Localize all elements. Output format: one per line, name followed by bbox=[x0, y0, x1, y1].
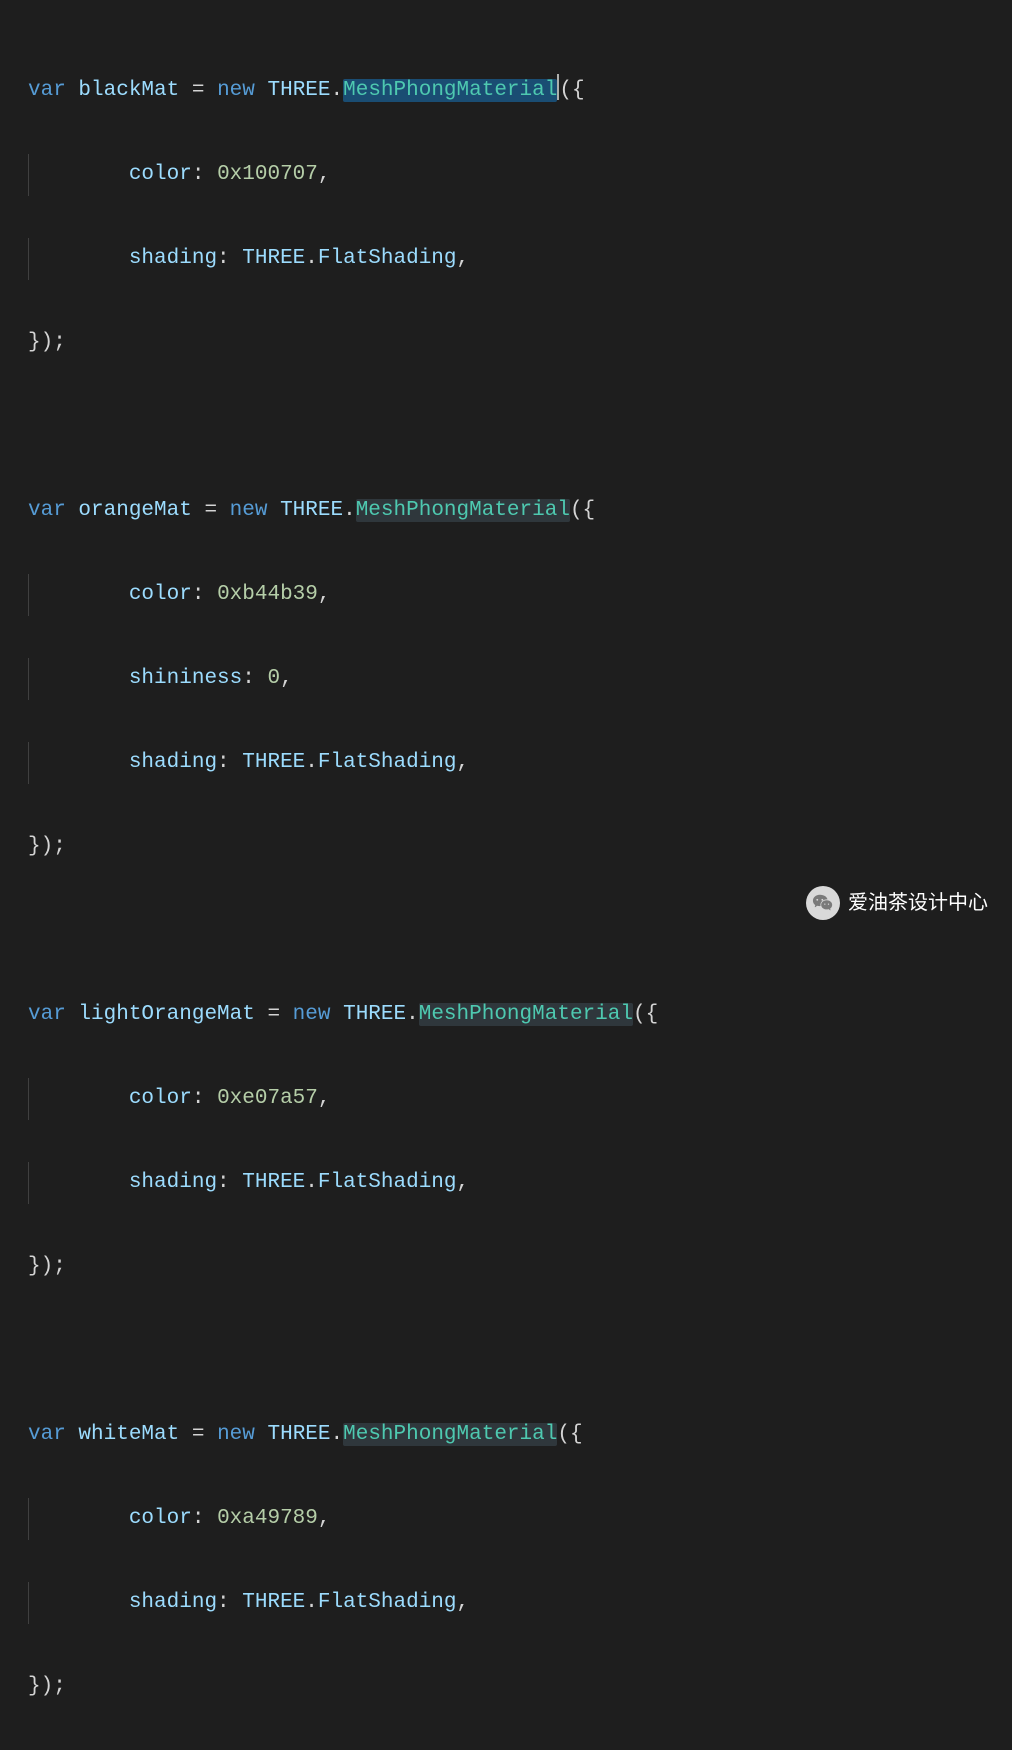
blank-line bbox=[28, 406, 1012, 448]
code-line: shading: THREE.FlatShading, bbox=[28, 1582, 1012, 1624]
code-line: color: 0xa49789, bbox=[28, 1498, 1012, 1540]
identifier: lightOrangeMat bbox=[78, 1003, 254, 1026]
code-line: var orangeMat = new THREE.MeshPhongMater… bbox=[28, 490, 1012, 532]
code-editor[interactable]: var blackMat = new THREE.MeshPhongMateri… bbox=[0, 0, 1012, 1750]
property: color bbox=[129, 163, 192, 186]
match-highlight-class-name: MeshPhongMaterial bbox=[419, 1003, 633, 1026]
code-line: var blackMat = new THREE.MeshPhongMateri… bbox=[28, 70, 1012, 112]
code-line: color: 0xb44b39, bbox=[28, 574, 1012, 616]
property: shading bbox=[129, 1171, 217, 1194]
number-literal: 0xe07a57 bbox=[217, 1087, 318, 1110]
number-literal: 0xb44b39 bbox=[217, 583, 318, 606]
code-line: }); bbox=[28, 322, 1012, 364]
code-line: }); bbox=[28, 826, 1012, 868]
keyword-var: var bbox=[28, 79, 66, 102]
property: color bbox=[129, 1087, 192, 1110]
property: shading bbox=[129, 1591, 217, 1614]
selected-class-name: MeshPhongMaterial bbox=[343, 79, 557, 102]
number-literal: 0 bbox=[267, 667, 280, 690]
code-line: var whiteMat = new THREE.MeshPhongMateri… bbox=[28, 1414, 1012, 1456]
property: color bbox=[129, 1507, 192, 1530]
identifier: orangeMat bbox=[78, 499, 191, 522]
keyword-new: new bbox=[230, 499, 268, 522]
namespace: THREE bbox=[267, 1423, 330, 1446]
keyword-new: new bbox=[293, 1003, 331, 1026]
keyword-var: var bbox=[28, 1003, 66, 1026]
property: shading bbox=[129, 751, 217, 774]
watermark: 爱油茶设计中心 bbox=[806, 882, 988, 924]
code-line: shininess: 0, bbox=[28, 658, 1012, 700]
code-line: color: 0x100707, bbox=[28, 154, 1012, 196]
watermark-text: 爱油茶设计中心 bbox=[848, 882, 988, 924]
identifier: whiteMat bbox=[78, 1423, 179, 1446]
match-highlight-class-name: MeshPhongMaterial bbox=[343, 1423, 557, 1446]
property: color bbox=[129, 583, 192, 606]
code-line: color: 0xe07a57, bbox=[28, 1078, 1012, 1120]
keyword-new: new bbox=[217, 1423, 255, 1446]
code-line: }); bbox=[28, 1666, 1012, 1708]
namespace: THREE bbox=[267, 79, 330, 102]
identifier: blackMat bbox=[78, 79, 179, 102]
keyword-var: var bbox=[28, 1423, 66, 1446]
number-literal: 0xa49789 bbox=[217, 1507, 318, 1530]
code-line: shading: THREE.FlatShading, bbox=[28, 1162, 1012, 1204]
match-highlight-class-name: MeshPhongMaterial bbox=[356, 499, 570, 522]
property: shininess bbox=[129, 667, 242, 690]
code-line: shading: THREE.FlatShading, bbox=[28, 742, 1012, 784]
namespace: THREE bbox=[343, 1003, 406, 1026]
blank-line bbox=[28, 1330, 1012, 1372]
code-line: shading: THREE.FlatShading, bbox=[28, 238, 1012, 280]
code-line: }); bbox=[28, 1246, 1012, 1288]
namespace: THREE bbox=[280, 499, 343, 522]
property: shading bbox=[129, 247, 217, 270]
code-line: var lightOrangeMat = new THREE.MeshPhong… bbox=[28, 994, 1012, 1036]
keyword-new: new bbox=[217, 79, 255, 102]
wechat-icon bbox=[806, 886, 840, 920]
number-literal: 0x100707 bbox=[217, 163, 318, 186]
keyword-var: var bbox=[28, 499, 66, 522]
